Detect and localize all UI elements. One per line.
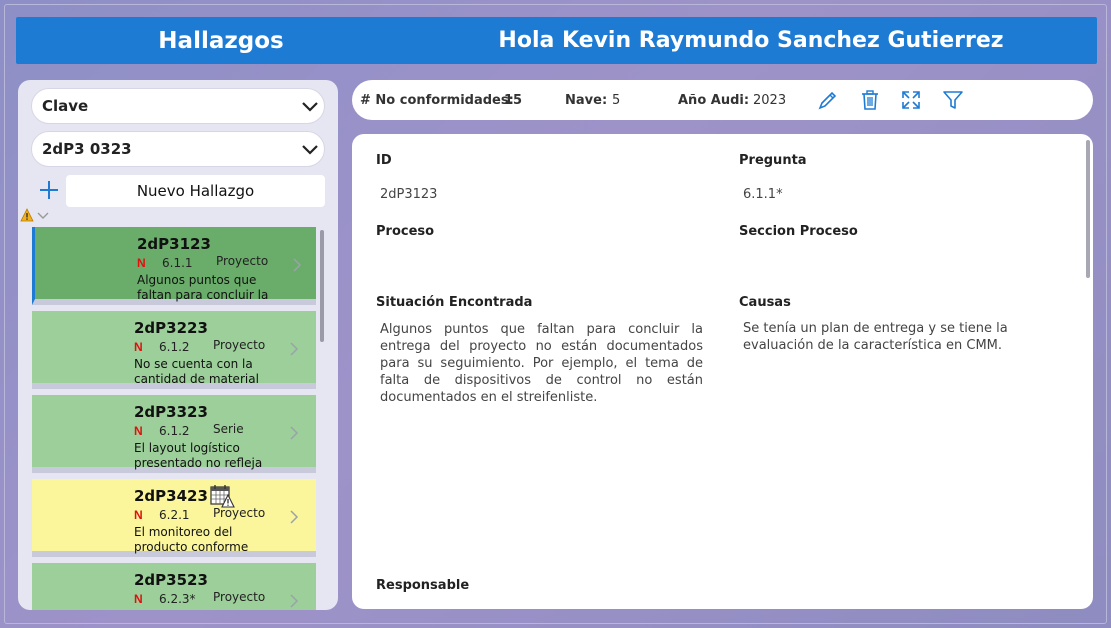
nonconformity-flag: N: [134, 424, 143, 438]
page-title: Hallazgos: [158, 27, 284, 54]
pregunta-label: Pregunta: [739, 153, 807, 168]
finding-code: 2dP3323: [134, 403, 208, 421]
plus-icon[interactable]: [37, 178, 61, 202]
app-header: Hallazgos Hola Kevin Raymundo Sanchez Gu…: [16, 17, 1097, 64]
chevron-down-icon: [37, 212, 49, 219]
summary-bar: # No conformidades: 15 Nave: 5 Año Audi:…: [352, 80, 1093, 120]
user-greeting: Hola Kevin Raymundo Sanchez Gutierrez: [498, 28, 1004, 53]
pregunta-value: 6.1.1*: [743, 187, 783, 202]
chevron-right-icon[interactable]: [287, 339, 301, 359]
finding-code: 2dP3423: [134, 487, 208, 505]
detail-scrollbar[interactable]: [1086, 140, 1090, 278]
question-number: 6.2.1: [159, 508, 190, 522]
finding-description: El layout logístico presentado no reflej…: [134, 441, 263, 470]
finding-detail-card: ID 2dP3123 Pregunta 6.1.1* Proceso Secci…: [352, 134, 1093, 609]
proceso-label: Proceso: [376, 224, 435, 239]
findings-list: 2dP3123 N 6.1.1 Proyecto Algunos puntos que …: [32, 227, 318, 610]
finding-code: 2dP3523: [134, 571, 208, 589]
list-item[interactable]: 2dP3123 N 6.1.1 Proyecto Algunos puntos que …: [32, 227, 316, 305]
finding-description: El monitoreo del producto conforme: [134, 525, 249, 554]
list-item[interactable]: 2dP3423 N 6.2.1 Proyecto El monitoreo del pr…: [32, 479, 316, 557]
edit-pencil-icon[interactable]: [817, 89, 839, 111]
nonconformity-flag: N: [134, 508, 143, 522]
situacion-label: Situación Encontrada: [376, 295, 533, 310]
warning-icon: [20, 208, 34, 222]
nave-label: Nave:: [565, 93, 608, 108]
finding-code: 2dP3123: [137, 235, 211, 253]
question-number: 6.1.2: [159, 340, 190, 354]
expand-icon[interactable]: [900, 89, 922, 111]
nonconformity-flag: N: [137, 256, 146, 270]
chevron-down-icon: [302, 145, 318, 155]
finding-type: Proyecto: [213, 338, 266, 352]
filter-icon[interactable]: [942, 89, 964, 111]
nave-value: 5: [612, 93, 621, 108]
finding-code: 2dP3223: [134, 319, 208, 337]
anio-value: 2023: [753, 93, 787, 108]
chevron-right-icon[interactable]: [287, 507, 301, 527]
anio-label: Año Audi:: [678, 93, 750, 108]
clave-dropdown[interactable]: Clave: [31, 88, 325, 124]
list-item[interactable]: 2dP3523 N 6.2.3* Proyecto: [32, 563, 316, 610]
sort-toggle[interactable]: [20, 208, 60, 224]
nc-value: 15: [504, 93, 523, 108]
finding-description: Algunos puntos que faltan para concluir …: [137, 273, 269, 302]
finding-type: Proyecto: [213, 590, 266, 604]
responsable-label: Responsable: [376, 578, 470, 593]
finding-description: No se cuenta con la cantidad de material: [134, 357, 259, 386]
delete-trash-icon[interactable]: [859, 89, 881, 111]
finding-type: Serie: [213, 422, 244, 436]
finding-description: [134, 609, 274, 610]
question-number: 6.2.3*: [159, 592, 196, 606]
list-item[interactable]: 2dP3323 N 6.1.2 Serie El layout logístico pr…: [32, 395, 316, 473]
chevron-right-icon[interactable]: [290, 255, 304, 275]
seccion-proceso-label: Seccion Proceso: [739, 224, 858, 239]
list-scrollbar[interactable]: [320, 230, 324, 342]
chevron-down-icon: [302, 102, 318, 112]
list-item[interactable]: 2dP3223 N 6.1.2 Proyecto No se cuenta con la…: [32, 311, 316, 389]
situacion-value: Algunos puntos que faltan para concluir …: [380, 322, 703, 405]
chevron-right-icon[interactable]: [287, 591, 301, 610]
add-finding-row: Nuevo Hallazgo: [31, 174, 325, 208]
nonconformity-flag: N: [134, 592, 143, 606]
question-number: 6.1.2: [159, 424, 190, 438]
chevron-right-icon[interactable]: [287, 423, 301, 443]
causas-value: Se tenía un plan de entrega y se tiene l…: [743, 321, 1008, 353]
clave-dropdown-value: Clave: [42, 97, 89, 115]
question-number: 6.1.1: [162, 256, 193, 270]
code-dropdown-value: 2dP3 0323: [42, 140, 132, 158]
nonconformity-flag: N: [134, 340, 143, 354]
id-label: ID: [376, 153, 392, 168]
code-dropdown[interactable]: 2dP3 0323: [31, 131, 325, 167]
nc-label: # No conformidades:: [360, 93, 514, 108]
finding-type: Proyecto: [216, 254, 269, 268]
new-finding-button[interactable]: Nuevo Hallazgo: [66, 175, 325, 207]
calendar-warning-icon: [209, 483, 235, 509]
findings-panel: Clave 2dP3 0323 Nuevo Hallazgo 2dP3123 N 6…: [18, 80, 338, 610]
id-value: 2dP3123: [380, 187, 438, 202]
causas-label: Causas: [739, 295, 791, 310]
